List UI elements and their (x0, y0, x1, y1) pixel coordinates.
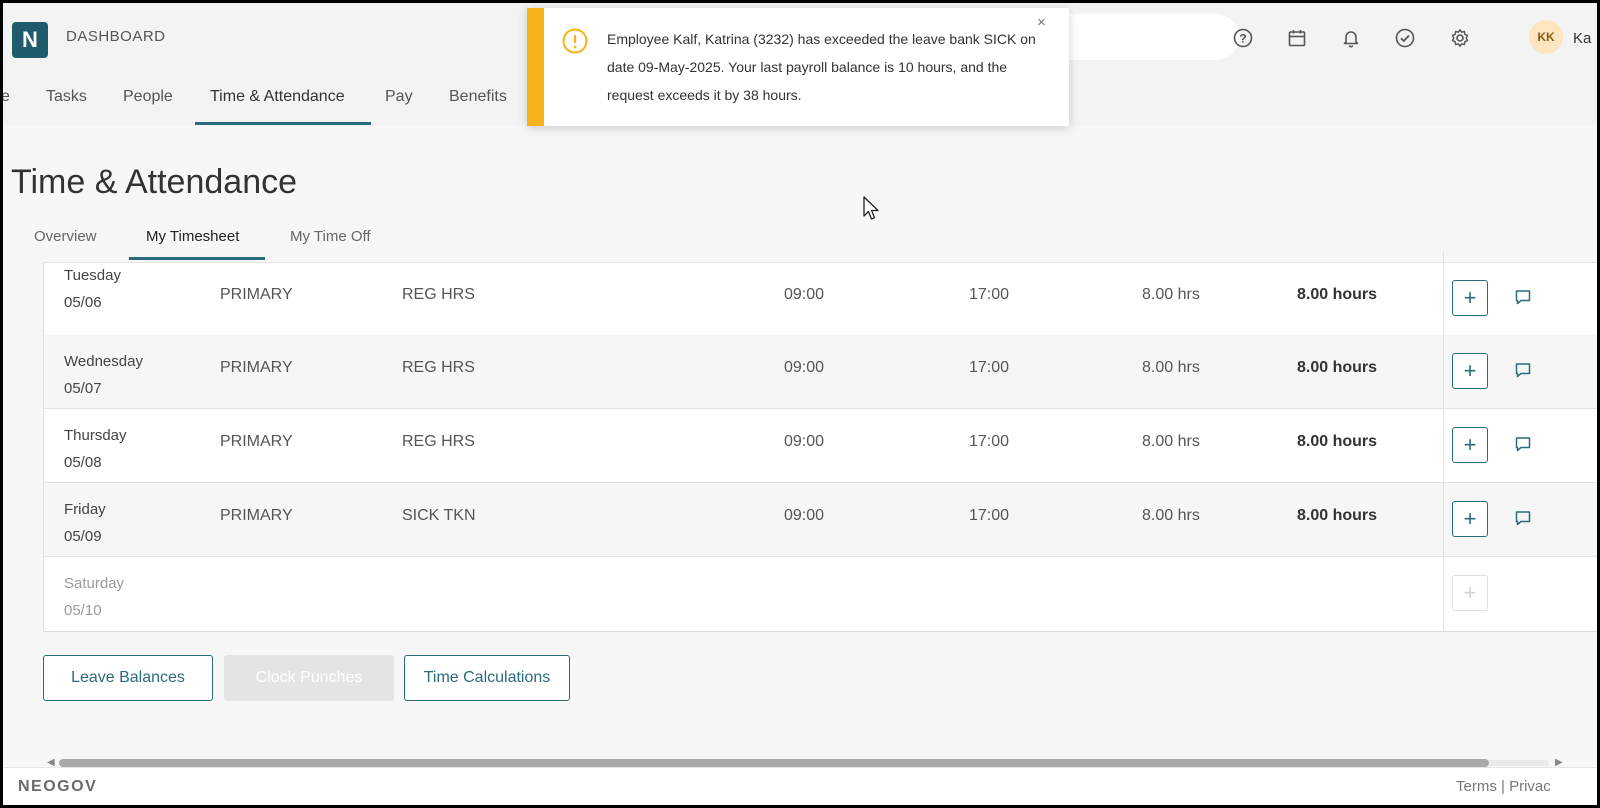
close-icon[interactable]: × (1037, 14, 1046, 31)
footer: NEOGOV Terms | Privac (3, 767, 1597, 805)
row-day: Tuesday 05/06 (64, 267, 121, 311)
add-entry-button[interactable]: + (1452, 575, 1488, 611)
toast-message: Employee Kalf, Katrina (3232) has exceed… (607, 31, 1036, 103)
row-position: PRIMARY (220, 433, 293, 450)
tab-overview[interactable]: Overview (34, 228, 97, 245)
user-name[interactable]: Ka (1573, 30, 1591, 47)
row-day: Thursday 05/08 (64, 427, 127, 471)
tab-my-timesheet[interactable]: My Timesheet (146, 228, 239, 245)
row-earning-code: REG HRS (402, 359, 475, 376)
row-total: 8.00 hours (1297, 286, 1378, 303)
help-icon[interactable]: ? (1232, 27, 1254, 49)
row-day: Friday 05/09 (64, 501, 106, 545)
page-title: Time & Attendance (11, 163, 298, 201)
action-divider (1443, 483, 1444, 556)
add-entry-button[interactable]: + (1452, 353, 1488, 389)
neogov-logo[interactable]: N (12, 22, 48, 58)
add-entry-button[interactable]: + (1452, 427, 1488, 463)
warning-icon (562, 28, 588, 54)
row-day: Wednesday 05/07 (64, 353, 143, 397)
row-day: Saturday 05/10 (64, 575, 125, 619)
nav-item-people[interactable]: People (123, 88, 173, 106)
leave-balances-button[interactable]: Leave Balances (43, 655, 213, 701)
footer-brand: NEOGOV (18, 778, 98, 795)
action-divider (1443, 557, 1444, 630)
user-avatar[interactable]: KK (1529, 20, 1563, 54)
action-divider (1443, 335, 1444, 408)
add-entry-button[interactable]: + (1452, 280, 1488, 316)
row-total: 8.00 hours (1297, 359, 1378, 376)
table-row: Thursday 05/08 PRIMARY REG HRS 09:00 17:0… (44, 409, 1597, 483)
main-content: Time & Attendance Overview My Timesheet … (3, 125, 1597, 768)
toast-accent-bar (527, 8, 544, 126)
nav-item-tasks[interactable]: Tasks (46, 88, 87, 106)
table-row: Wednesday 05/07 PRIMARY REG HRS 09:00 17:… (44, 335, 1597, 409)
clock-punches-button[interactable]: Clock Punches (224, 655, 394, 701)
row-hours: 8.00 hrs (1142, 507, 1200, 524)
row-position: PRIMARY (220, 507, 293, 524)
nav-item-time-attendance[interactable]: Time & Attendance (210, 88, 345, 106)
search-bar[interactable] (1043, 14, 1239, 60)
scrollbar-thumb[interactable] (59, 759, 1489, 767)
row-total: 8.00 hours (1297, 507, 1378, 524)
dashboard-link[interactable]: DASHBOARD (66, 28, 166, 45)
row-earning-code: REG HRS (402, 286, 475, 303)
row-position: PRIMARY (220, 359, 293, 376)
tab-my-time-off[interactable]: My Time Off (290, 228, 371, 245)
gear-icon[interactable] (1449, 27, 1471, 49)
row-hours: 8.00 hrs (1142, 433, 1200, 450)
app-screen: N DASHBOARD ? KK Ka e Tasks People Time … (3, 3, 1597, 805)
row-hours: 8.00 hrs (1142, 286, 1200, 303)
calendar-icon[interactable] (1286, 27, 1308, 49)
horizontal-scrollbar[interactable]: ◀ ▶ (47, 757, 1567, 768)
comment-icon[interactable] (1514, 509, 1532, 527)
row-hours: 8.00 hrs (1142, 359, 1200, 376)
comment-icon[interactable] (1514, 288, 1532, 306)
timesheet-table: Tuesday 05/06 PRIMARY REG HRS 09:00 17:00… (43, 251, 1597, 632)
svg-text:?: ? (1239, 32, 1246, 46)
row-time-out: 17:00 (969, 286, 1010, 303)
row-time-out: 17:00 (969, 433, 1010, 450)
row-time-in: 09:00 (784, 286, 825, 303)
warning-toast: Employee Kalf, Katrina (3232) has exceed… (527, 8, 1069, 126)
nav-item-pay[interactable]: Pay (385, 88, 413, 106)
footer-links[interactable]: Terms | Privac (1456, 778, 1551, 795)
table-row: Saturday 05/10 + (44, 557, 1597, 630)
row-total: 8.00 hours (1297, 433, 1378, 450)
action-divider (1443, 251, 1444, 335)
row-time-in: 09:00 (784, 507, 825, 524)
row-time-in: 09:00 (784, 433, 825, 450)
row-time-out: 17:00 (969, 507, 1010, 524)
bell-icon[interactable] (1340, 27, 1362, 49)
table-row: Friday 05/09 PRIMARY SICK TKN 09:00 17:00… (44, 483, 1597, 557)
nav-item-benefits[interactable]: Benefits (449, 88, 507, 106)
comment-icon[interactable] (1514, 361, 1532, 379)
table-row: Tuesday 05/06 PRIMARY REG HRS 09:00 17:00… (44, 251, 1597, 336)
comment-icon[interactable] (1514, 435, 1532, 453)
mouse-cursor-icon (863, 196, 881, 222)
row-earning-code: REG HRS (402, 433, 475, 450)
check-circle-icon[interactable] (1394, 27, 1416, 49)
row-time-out: 17:00 (969, 359, 1010, 376)
row-earning-code: SICK TKN (402, 507, 476, 524)
time-calculations-button[interactable]: Time Calculations (404, 655, 570, 701)
row-position: PRIMARY (220, 286, 293, 303)
nav-item-home[interactable]: e (3, 88, 10, 106)
action-divider (1443, 409, 1444, 482)
add-entry-button[interactable]: + (1452, 501, 1488, 537)
row-time-in: 09:00 (784, 359, 825, 376)
